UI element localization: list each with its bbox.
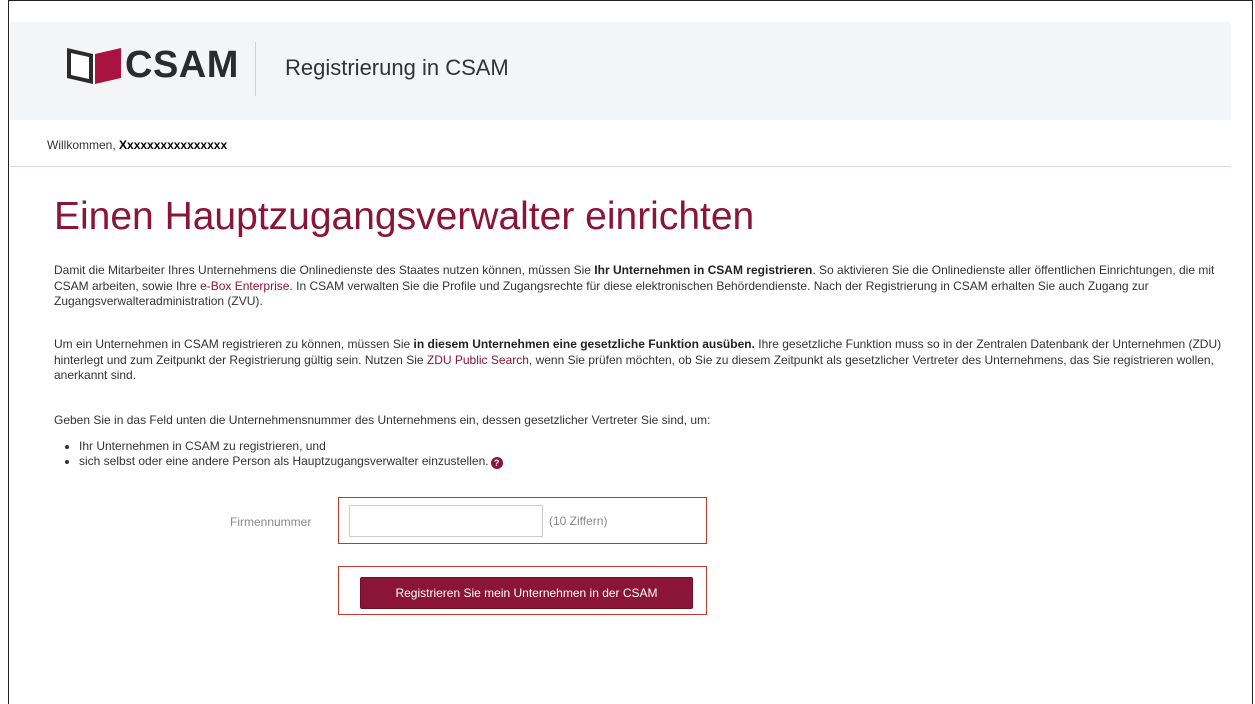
- list-item-text: Ihr Unternehmen in CSAM zu registrieren,…: [79, 439, 326, 453]
- firm-number-hint: (10 Ziffern): [549, 514, 608, 528]
- welcome-bar: Willkommen, Xxxxxxxxxxxxxxxx: [47, 138, 227, 152]
- page-title: Einen Hauptzugangsverwalter einrichten: [54, 195, 755, 238]
- purpose-list: Ihr Unternehmen in CSAM zu registrieren,…: [59, 439, 879, 469]
- bold-text: in diesem Unternehmen eine gesetzliche F…: [413, 337, 755, 351]
- logo-text: CSAM: [125, 44, 239, 86]
- zdu-public-search-link[interactable]: ZDU Public Search: [427, 353, 529, 367]
- firm-number-input[interactable]: [349, 505, 543, 537]
- text: Um ein Unternehmen in CSAM registrieren …: [54, 337, 414, 351]
- register-company-button[interactable]: Registrieren Sie mein Unternehmen in der…: [360, 577, 693, 609]
- divider: [10, 166, 1231, 167]
- username: Xxxxxxxxxxxxxxxx: [119, 138, 228, 152]
- list-item-text: sich selbst oder eine andere Person als …: [79, 454, 489, 468]
- instruction-paragraph: Geben Sie in das Feld unten die Unterneh…: [54, 413, 711, 427]
- csam-logo-icon: [67, 48, 121, 84]
- list-item: sich selbst oder eine andere Person als …: [79, 454, 879, 469]
- header-divider: [255, 42, 256, 96]
- intro-paragraph: Damit die Mitarbeiter Ihres Unternehmens…: [54, 263, 1224, 310]
- bold-text: Ihr Unternehmen in CSAM registrieren: [594, 263, 813, 277]
- header-title: Registrierung in CSAM: [285, 55, 509, 80]
- ebox-enterprise-link[interactable]: e-Box Enterprise: [200, 279, 289, 293]
- help-icon[interactable]: ?: [490, 457, 503, 469]
- welcome-label: Willkommen,: [47, 138, 116, 152]
- requirement-paragraph: Um ein Unternehmen in CSAM registrieren …: [54, 337, 1224, 384]
- list-item: Ihr Unternehmen in CSAM zu registrieren,…: [79, 439, 879, 454]
- firm-number-label: Firmennummer: [230, 515, 312, 529]
- text: Damit die Mitarbeiter Ihres Unternehmens…: [54, 263, 595, 277]
- site-header: CSAM Registrierung in CSAM: [10, 22, 1231, 120]
